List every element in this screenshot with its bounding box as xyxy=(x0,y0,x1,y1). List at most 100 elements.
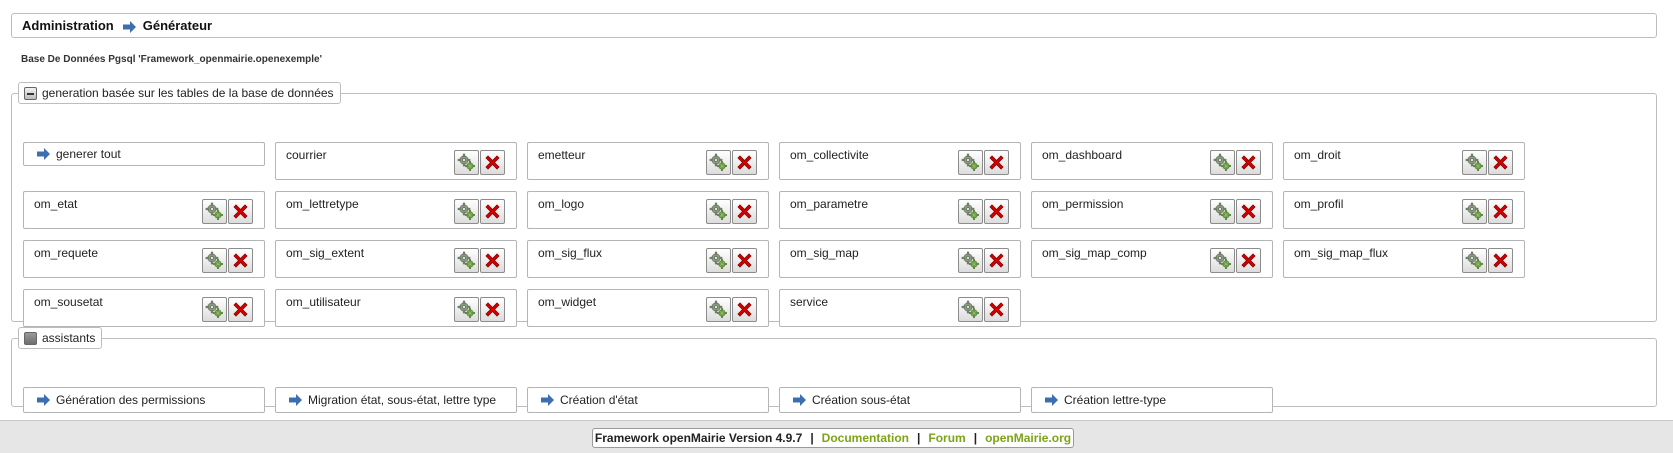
delete-button[interactable] xyxy=(732,297,757,322)
assistant-link[interactable]: Génération des permissions xyxy=(23,387,265,413)
footer-link-documentation[interactable]: Documentation xyxy=(822,431,909,445)
red-x-icon xyxy=(736,301,753,318)
table-item: om_utilisateur xyxy=(275,289,517,327)
generate-all-button[interactable]: generer tout xyxy=(23,142,265,166)
delete-button[interactable] xyxy=(228,199,253,224)
table-name: om_sig_map_comp xyxy=(1042,246,1147,260)
generate-button[interactable] xyxy=(706,199,731,224)
assistant-link[interactable]: Création d'état xyxy=(527,387,769,413)
gears-icon xyxy=(1465,202,1484,221)
table-name: om_sig_flux xyxy=(538,246,603,260)
generate-button[interactable] xyxy=(454,248,479,273)
delete-button[interactable] xyxy=(480,150,505,175)
generation-fieldset: generation basée sur les tables de la ba… xyxy=(11,82,1657,327)
red-x-icon xyxy=(484,203,501,220)
generate-button[interactable] xyxy=(706,150,731,175)
delete-button[interactable] xyxy=(732,248,757,273)
arrow-right-icon xyxy=(37,394,50,406)
assistants-legend-label: assistants xyxy=(42,331,96,345)
table-item: om_etat xyxy=(23,191,265,229)
footer-link-openmairie[interactable]: openMairie.org xyxy=(985,431,1071,445)
delete-button[interactable] xyxy=(1236,248,1261,273)
table-item: courrier xyxy=(275,142,517,180)
delete-button[interactable] xyxy=(1236,150,1261,175)
table-item: om_dashboard xyxy=(1031,142,1273,180)
expand-toggle-icon[interactable] xyxy=(24,331,37,345)
red-x-icon xyxy=(232,252,249,269)
assistant-link[interactable]: Création sous-état xyxy=(779,387,1021,413)
delete-button[interactable] xyxy=(1488,248,1513,273)
generation-grid: generer tout courrier emetteur om_collecti… xyxy=(23,142,1525,327)
generate-button[interactable] xyxy=(1462,150,1487,175)
footer-link-forum[interactable]: Forum xyxy=(928,431,965,445)
generate-button[interactable] xyxy=(958,297,983,322)
generate-button[interactable] xyxy=(706,248,731,273)
delete-button[interactable] xyxy=(1236,199,1261,224)
delete-button[interactable] xyxy=(732,199,757,224)
delete-button[interactable] xyxy=(984,248,1009,273)
red-x-icon xyxy=(736,203,753,220)
table-name: om_profil xyxy=(1294,197,1344,211)
red-x-icon xyxy=(232,203,249,220)
generate-button[interactable] xyxy=(454,199,479,224)
assistants-legend[interactable]: assistants xyxy=(18,327,103,349)
generate-button[interactable] xyxy=(1462,248,1487,273)
table-item: om_collectivite xyxy=(779,142,1021,180)
delete-button[interactable] xyxy=(984,297,1009,322)
generate-button[interactable] xyxy=(202,297,227,322)
generate-button[interactable] xyxy=(1210,248,1235,273)
red-x-icon xyxy=(1492,252,1509,269)
generate-button[interactable] xyxy=(1210,150,1235,175)
table-item: om_logo xyxy=(527,191,769,229)
delete-button[interactable] xyxy=(480,297,505,322)
table-name: om_droit xyxy=(1294,148,1341,162)
delete-button[interactable] xyxy=(480,248,505,273)
red-x-icon xyxy=(988,301,1005,318)
table-item: om_requete xyxy=(23,240,265,278)
table-name: service xyxy=(790,295,829,309)
collapse-toggle-icon[interactable] xyxy=(24,86,37,100)
generate-button[interactable] xyxy=(454,150,479,175)
delete-button[interactable] xyxy=(480,199,505,224)
breadcrumb-root[interactable]: Administration xyxy=(22,18,114,33)
generate-button[interactable] xyxy=(454,297,479,322)
table-item: om_sig_map_comp xyxy=(1031,240,1273,278)
gears-icon xyxy=(1465,153,1484,172)
generate-button[interactable] xyxy=(1210,199,1235,224)
generate-button[interactable] xyxy=(958,248,983,273)
generate-button[interactable] xyxy=(202,199,227,224)
gears-icon xyxy=(961,251,980,270)
table-item: om_sig_map_flux xyxy=(1283,240,1525,278)
generate-all-label: generer tout xyxy=(56,147,121,161)
gears-icon xyxy=(709,153,728,172)
table-item: om_sousetat xyxy=(23,289,265,327)
arrow-right-icon xyxy=(1045,394,1058,406)
table-name: courrier xyxy=(286,148,327,162)
delete-button[interactable] xyxy=(1488,150,1513,175)
table-name: om_requete xyxy=(34,246,99,260)
gears-icon xyxy=(205,300,224,319)
generate-button[interactable] xyxy=(1462,199,1487,224)
gears-icon xyxy=(1465,251,1484,270)
delete-button[interactable] xyxy=(228,297,253,322)
gears-icon xyxy=(961,202,980,221)
generation-legend[interactable]: generation basée sur les tables de la ba… xyxy=(18,82,341,104)
delete-button[interactable] xyxy=(228,248,253,273)
assistant-link[interactable]: Création lettre-type xyxy=(1031,387,1273,413)
red-x-icon xyxy=(1492,154,1509,171)
table-name: om_permission xyxy=(1042,197,1124,211)
delete-button[interactable] xyxy=(1488,199,1513,224)
gears-icon xyxy=(709,251,728,270)
generate-button[interactable] xyxy=(958,150,983,175)
table-item: om_parametre xyxy=(779,191,1021,229)
generate-button[interactable] xyxy=(958,199,983,224)
generate-button[interactable] xyxy=(706,297,731,322)
table-name: om_sousetat xyxy=(34,295,103,309)
delete-button[interactable] xyxy=(984,150,1009,175)
gears-icon xyxy=(205,251,224,270)
delete-button[interactable] xyxy=(984,199,1009,224)
delete-button[interactable] xyxy=(732,150,757,175)
generate-button[interactable] xyxy=(202,248,227,273)
table-item: om_widget xyxy=(527,289,769,327)
assistant-link[interactable]: Migration état, sous-état, lettre type xyxy=(275,387,517,413)
